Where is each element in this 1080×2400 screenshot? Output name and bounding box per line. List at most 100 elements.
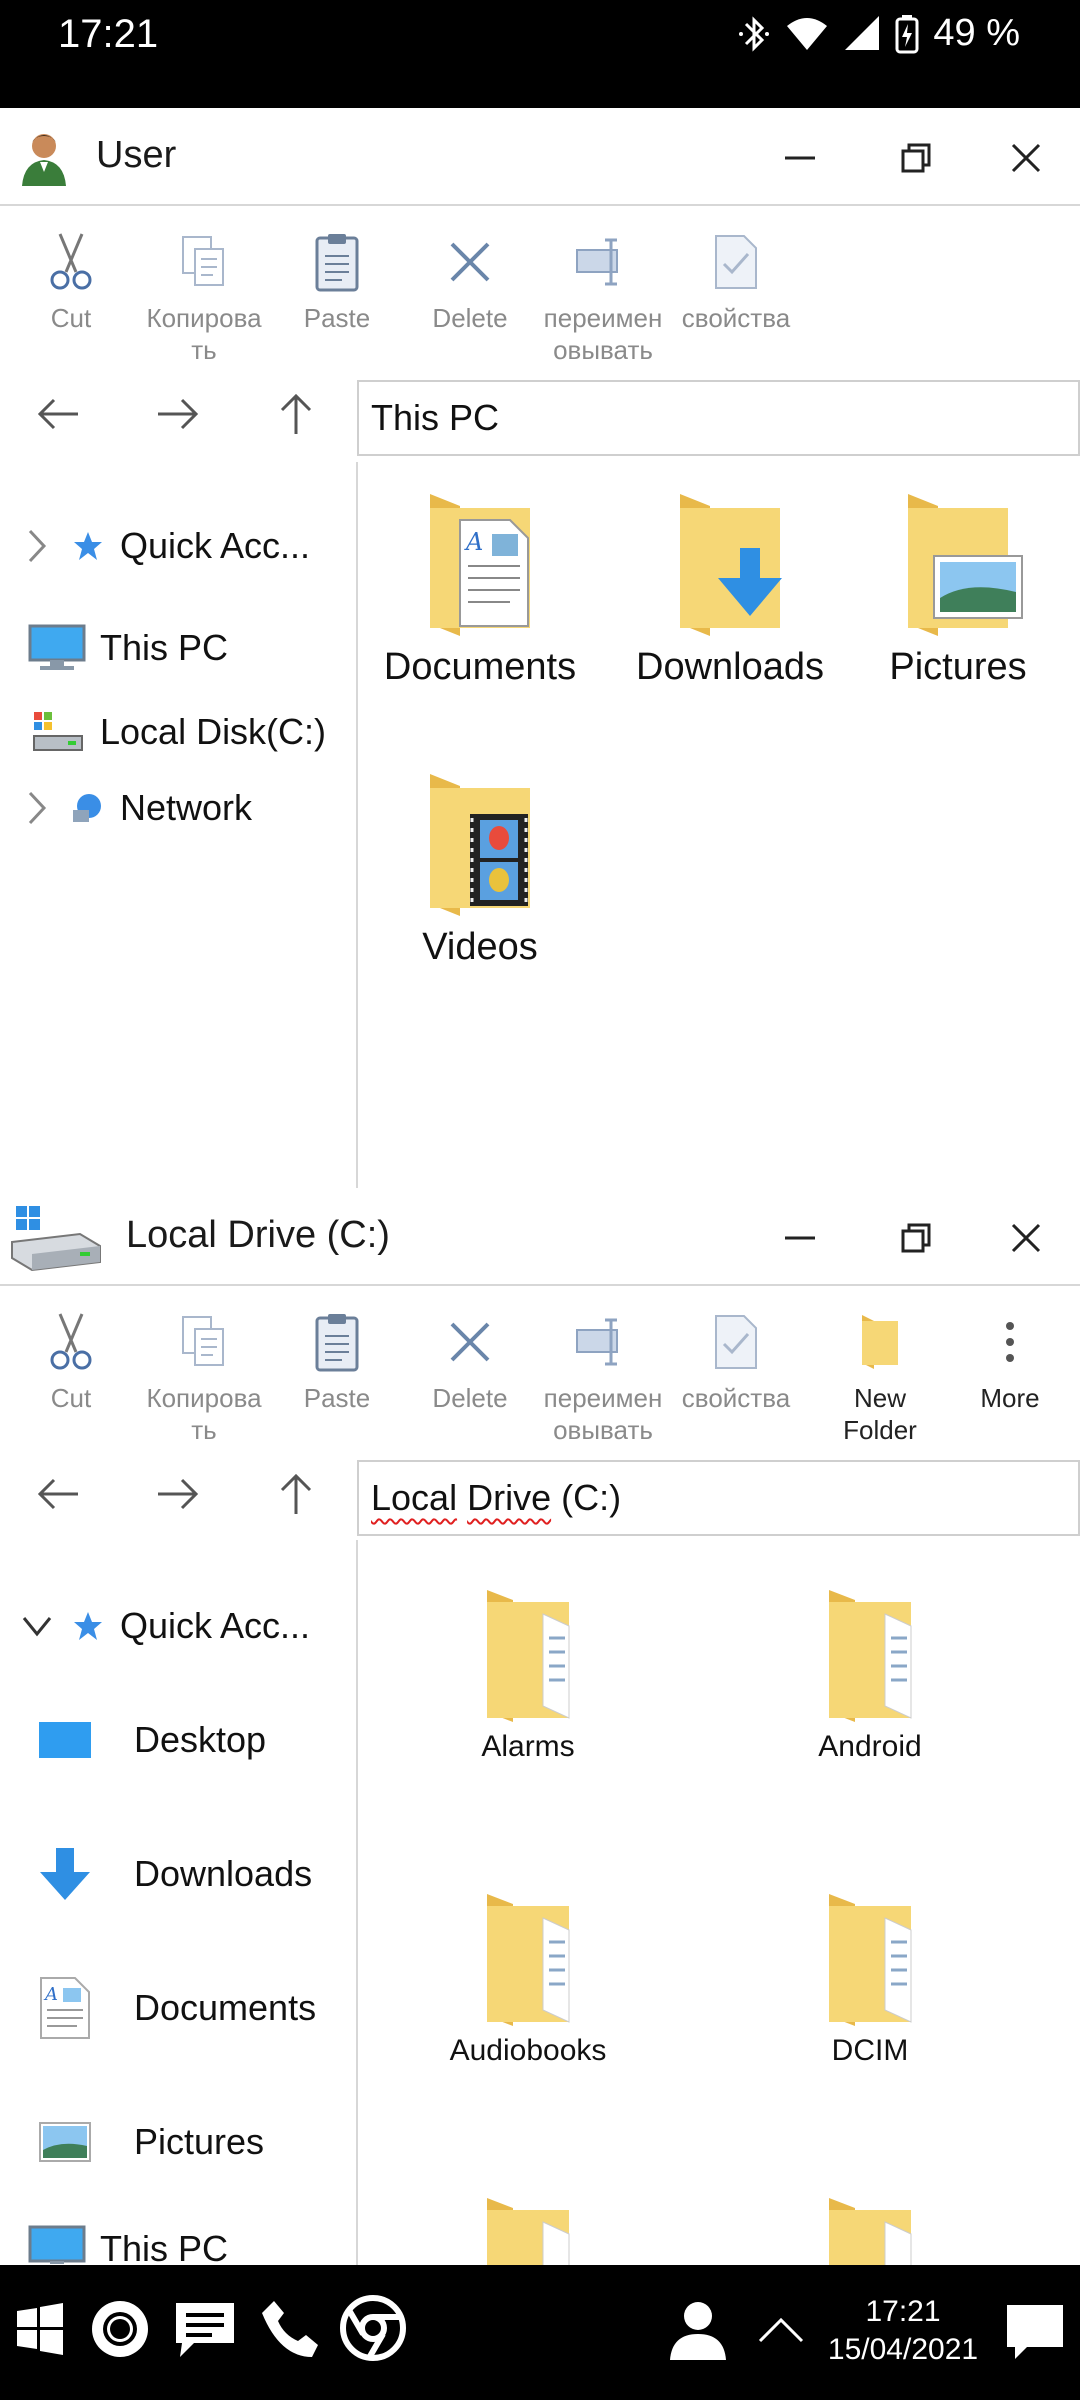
paste-button[interactable]: Paste [272,226,402,334]
properties-button[interactable]: свойства [671,1306,801,1414]
title-bar[interactable]: Local Drive (C:) [0,1188,1080,1286]
chrome-icon [340,2295,406,2361]
browser-button[interactable] [338,2293,408,2363]
taskbar: 17:21 15/04/2021 [0,2265,1080,2400]
phone-button[interactable] [258,2297,322,2361]
arrow-left-icon [37,398,78,430]
minimize-button[interactable] [770,1210,830,1266]
rename-button[interactable]: переимен овывать [538,226,668,366]
user-avatar-icon [22,134,66,186]
clipboard-icon [315,1314,359,1372]
chevron-right-icon[interactable] [22,788,52,828]
paste-label: Paste [303,1383,371,1413]
restore-button[interactable] [886,130,946,186]
up-button[interactable] [266,384,326,444]
sidebar-item-desktop[interactable]: Desktop [0,1700,356,1780]
sidebar-item-documents[interactable]: A Documents [0,1968,356,2048]
close-button[interactable] [996,1210,1056,1266]
address-bar[interactable]: This PC [357,380,1080,456]
taskbar-clock[interactable]: 17:21 15/04/2021 [818,2293,988,2369]
rename-icon [576,1318,618,1366]
sidebar-item-label: Network [120,787,253,828]
person-icon [670,2302,726,2360]
folder-videos[interactable]: Videos [370,768,590,969]
rename-button[interactable]: переимен овывать [538,1306,668,1446]
sidebar-item-quick-access[interactable]: Quick Acc... [0,1586,356,1666]
title-bar[interactable]: User [0,108,1080,206]
minimize-button[interactable] [770,130,830,186]
messages-button[interactable] [172,2297,238,2361]
forward-button[interactable] [148,1464,208,1524]
phone-icon [262,2301,318,2357]
delete-button[interactable]: Delete [405,1306,535,1414]
cut-button[interactable]: Cut [6,1306,136,1414]
search-circle-icon [92,2301,148,2357]
folder-audiobooks[interactable]: Audiobooks [418,1890,638,2068]
sidebar-item-local-disk[interactable]: Local Disk(C:) [0,692,356,772]
properties-button[interactable]: свойства [671,226,801,334]
copy-icon [182,1316,224,1366]
window-title: Local Drive (C:) [126,1214,390,1256]
system-tray-expand-button[interactable] [756,2305,806,2355]
address-bar[interactable]: Local Drive (C:) [357,1460,1080,1536]
back-button[interactable] [28,384,88,444]
folder-label: Pictures [889,646,1027,688]
rename-label: переимен овывать [543,1383,663,1445]
restore-button[interactable] [886,1210,946,1266]
user-account-button[interactable] [664,2295,732,2365]
folder-alarms[interactable]: Alarms [418,1586,638,1764]
delete-x-icon [450,242,490,282]
back-button[interactable] [28,1464,88,1524]
cut-button[interactable]: Cut [6,226,136,334]
up-button[interactable] [266,1464,326,1524]
close-button[interactable] [996,130,1056,186]
folder-partial[interactable] [760,2194,980,2265]
desktop-icon [36,1715,94,1765]
pane-divider[interactable] [356,1540,358,2265]
folder-android[interactable]: Android [760,1586,980,1764]
folder-pictures[interactable]: Pictures [848,488,1068,689]
folder-icon [487,1590,570,1722]
copy-button[interactable]: Копирова ть [139,1306,269,1446]
properties-icon [715,235,757,289]
download-arrow-icon [36,1846,94,1902]
new-folder-button[interactable]: New Folder [815,1306,945,1446]
folder-dcim[interactable]: DCIM [760,1890,980,2068]
folder-documents[interactable]: A Documents [370,488,590,689]
folder-icon [829,1590,912,1722]
folder-icon [829,1894,912,2026]
search-button[interactable] [88,2297,152,2361]
scissors-icon [50,233,92,290]
restore-icon [901,143,931,173]
pane-divider[interactable] [356,462,358,1188]
forward-button[interactable] [148,384,208,444]
more-button[interactable]: More [945,1306,1075,1414]
sidebar-item-this-pc[interactable]: This PC [0,608,356,688]
folder-label: Audiobooks [449,2034,607,2067]
chevron-down-icon[interactable] [22,1606,52,1646]
folder-downloads[interactable]: Downloads [620,488,840,689]
notifications-button[interactable] [1004,2301,1066,2363]
sidebar-item-quick-access[interactable]: Quick Acc... [0,506,356,586]
cut-label: Cut [50,303,92,333]
properties-label: свойства [681,303,791,333]
delete-button[interactable]: Delete [405,226,535,334]
status-icons: 49 % [737,12,1020,55]
folder-partial[interactable] [418,2194,638,2265]
star-icon [68,1606,108,1646]
sidebar-item-pictures[interactable]: Pictures [0,2102,356,2182]
start-button[interactable] [12,2297,68,2361]
arrow-up-icon [280,1473,312,1514]
battery-percent: 49 % [933,12,1020,54]
folder-label: Downloads [636,646,824,688]
sidebar-item-label: Desktop [134,1719,267,1760]
paste-button[interactable]: Paste [272,1306,402,1414]
taskbar-time: 17:21 [865,2295,941,2328]
sidebar-item-network[interactable]: Network [0,768,356,848]
chevron-right-icon[interactable] [22,526,52,566]
sidebar-item-this-pc[interactable]: This PC [0,2224,356,2264]
status-bar: 17:21 49 % [0,0,1080,108]
copy-icon [182,236,224,286]
sidebar-item-downloads[interactable]: Downloads [0,1834,356,1914]
copy-button[interactable]: Копирова ть [139,226,269,366]
